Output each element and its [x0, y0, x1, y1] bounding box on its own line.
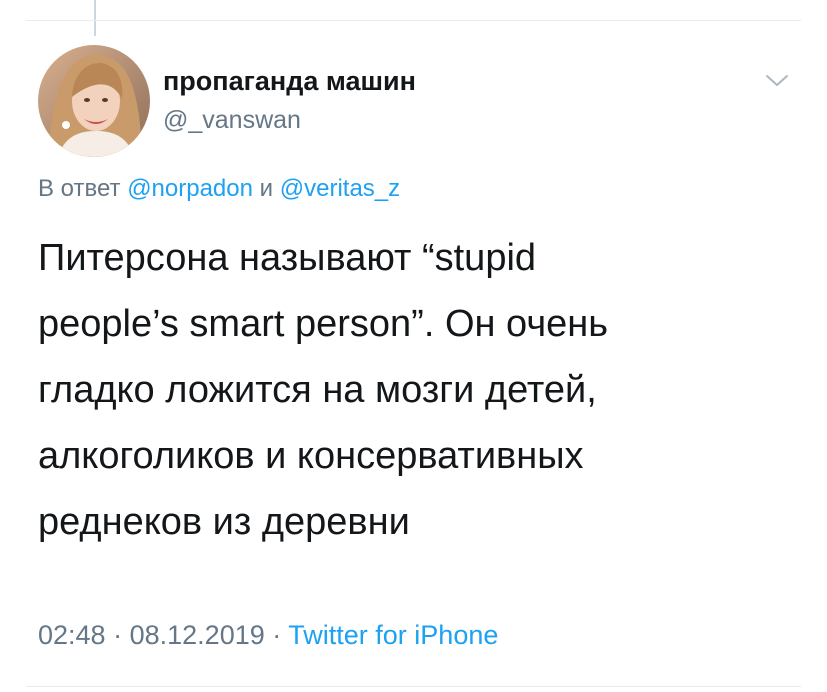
- tweet-date[interactable]: 08.12.2019: [130, 620, 265, 650]
- reply-prefix: В ответ: [38, 175, 121, 202]
- tweet-page: пропаганда машин @_vanswan В ответ @norp…: [0, 0, 827, 692]
- tweet-text-line: Питерсона называют “stupid: [38, 237, 537, 279]
- meta-separator: ·: [113, 620, 123, 650]
- tweet-meta: 02:48 · 08.12.2019 · Twitter for iPhone: [38, 620, 498, 651]
- author-display-name[interactable]: пропаганда машин: [163, 66, 416, 97]
- top-divider: [26, 20, 801, 21]
- tweet-text-line: гладко ложится на мозги детей,: [38, 369, 597, 411]
- tweet-text-line: people’s smart person”. Он очень: [38, 303, 609, 345]
- tweet-time[interactable]: 02:48: [38, 620, 106, 650]
- meta-separator: ·: [272, 620, 282, 650]
- reply-mention-veritas[interactable]: @veritas_z: [280, 175, 400, 202]
- tweet-text-line: алкоголиков и консервативных: [38, 435, 584, 477]
- avatar[interactable]: [38, 45, 150, 157]
- tweet-text-line: реднеков из деревни: [38, 501, 410, 543]
- reply-mention-norpadon[interactable]: @norpadon: [127, 175, 253, 202]
- tweet-source-link[interactable]: Twitter for iPhone: [288, 620, 498, 650]
- avatar-photo-icon: [38, 45, 150, 157]
- thread-connector-line: [94, 0, 96, 36]
- author-handle[interactable]: @_vanswan: [163, 106, 301, 135]
- tweet-text: Питерсона называют “stupid people’s smar…: [38, 225, 778, 555]
- reply-context: В ответ @norpadon и @veritas_z: [38, 175, 400, 203]
- reply-conjunction: и: [259, 175, 274, 202]
- chevron-down-icon[interactable]: [764, 72, 790, 90]
- bottom-divider: [26, 686, 801, 687]
